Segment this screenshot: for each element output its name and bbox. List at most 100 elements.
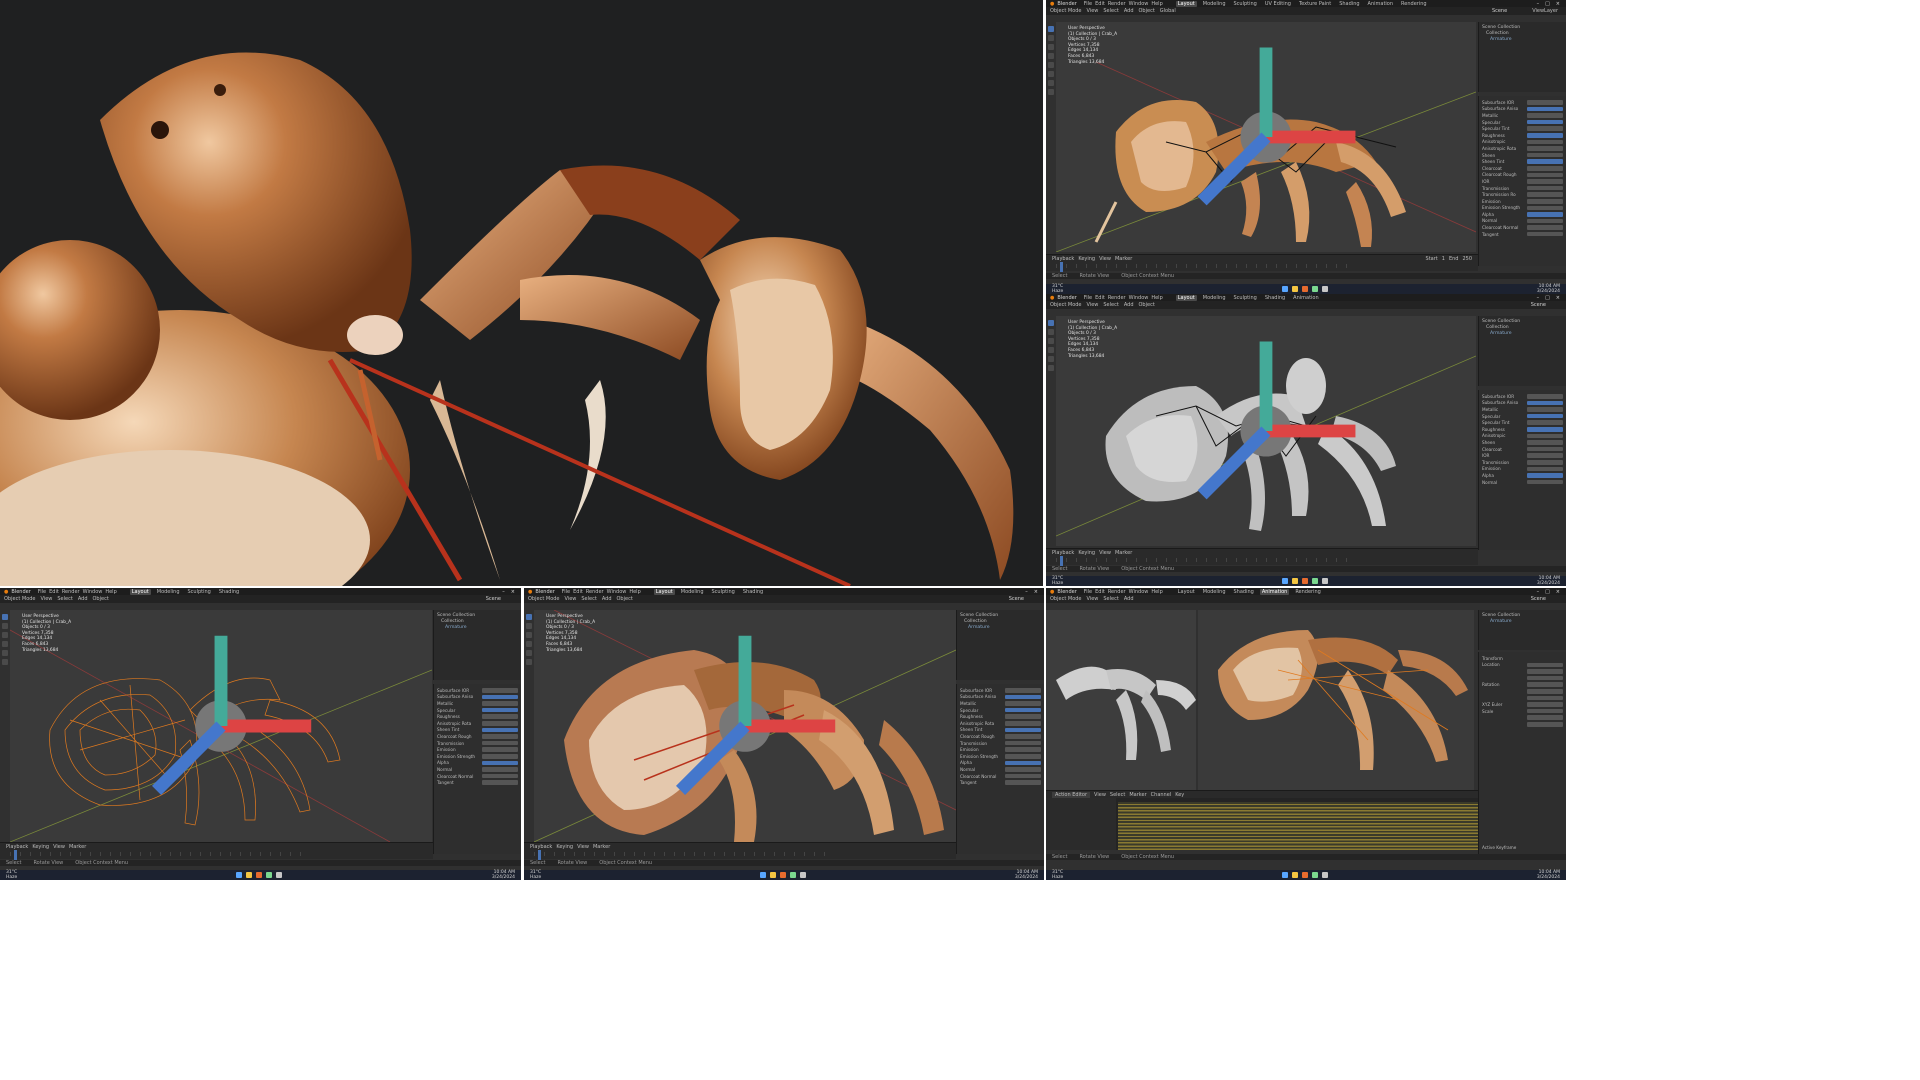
- file-explorer-icon[interactable]: [1291, 872, 1298, 878]
- menu-select[interactable]: Select: [1103, 302, 1118, 308]
- 3d-viewport[interactable]: User Perspective (1) Collection | Crab_A…: [534, 610, 956, 842]
- menu-object[interactable]: Object: [617, 596, 633, 602]
- menu-select[interactable]: Select: [57, 596, 72, 602]
- menu-help[interactable]: Help: [1151, 1, 1162, 7]
- prop-value[interactable]: [1005, 701, 1041, 706]
- 3d-viewport[interactable]: User Perspective (1) Collection | Crab_A…: [1056, 316, 1476, 546]
- timeline-marker[interactable]: Marker: [69, 844, 86, 850]
- menu-help[interactable]: Help: [629, 589, 640, 595]
- prop-value[interactable]: [1527, 119, 1563, 125]
- prop-value[interactable]: [1527, 708, 1563, 714]
- timeline-ruler[interactable]: [1056, 264, 1348, 268]
- rotate-tool-icon[interactable]: [2, 641, 8, 647]
- tab-sculpting[interactable]: Sculpting: [1232, 1, 1259, 7]
- tab-shading[interactable]: Shading: [217, 589, 241, 595]
- prop-value[interactable]: [1527, 132, 1563, 138]
- file-explorer-icon[interactable]: [246, 872, 253, 878]
- timeline-marker[interactable]: Marker: [593, 844, 610, 850]
- scale-tool-icon[interactable]: [2, 650, 8, 656]
- taskbar-weather[interactable]: 31°C Haze: [1046, 284, 1063, 294]
- tab-texture-paint[interactable]: Texture Paint: [1297, 1, 1333, 7]
- menu-select[interactable]: Select: [1103, 596, 1118, 602]
- dope-channel-list[interactable]: [1046, 798, 1116, 850]
- close-icon[interactable]: ×: [1556, 295, 1560, 301]
- prop-value[interactable]: [1527, 466, 1563, 472]
- 3d-viewport[interactable]: [1198, 610, 1474, 790]
- prop-value[interactable]: [482, 701, 518, 706]
- orientation-dropdown[interactable]: Global: [1160, 8, 1176, 14]
- scale-tool-icon[interactable]: [526, 650, 532, 656]
- rotate-tool-icon[interactable]: [1048, 53, 1054, 59]
- menu-help[interactable]: Help: [1151, 589, 1162, 595]
- playhead[interactable]: [538, 850, 541, 860]
- menu-render[interactable]: Render: [586, 589, 604, 595]
- prop-value[interactable]: [1527, 126, 1563, 131]
- prop-value[interactable]: [1005, 714, 1041, 719]
- menu-add[interactable]: Add: [1124, 8, 1134, 14]
- timeline-view[interactable]: View: [1099, 256, 1111, 262]
- maximize-icon[interactable]: □: [1545, 589, 1550, 595]
- move-tool-icon[interactable]: [1048, 44, 1054, 50]
- maximize-icon[interactable]: □: [1545, 1, 1550, 7]
- 3d-viewport[interactable]: User Perspective (1) Collection | Crab_A…: [10, 610, 432, 842]
- prop-value[interactable]: [482, 780, 518, 785]
- timeline-start-value[interactable]: 1: [1442, 256, 1445, 262]
- prop-value[interactable]: [1527, 702, 1563, 707]
- prop-value[interactable]: [482, 707, 518, 713]
- menu-select[interactable]: Select: [1103, 8, 1118, 14]
- tab-layout[interactable]: Layout: [653, 588, 675, 595]
- taskbar-clock[interactable]: 10:04 AM 3/24/2024: [1537, 870, 1566, 880]
- prop-value[interactable]: [482, 734, 518, 739]
- tab-modeling[interactable]: Modeling: [155, 589, 182, 595]
- timeline[interactable]: Playback Keying View Marker: [1046, 548, 1478, 566]
- mode-dropdown[interactable]: Object Mode: [1050, 8, 1082, 14]
- tab-shading[interactable]: Shading: [1337, 1, 1361, 7]
- timeline-ruler[interactable]: [1056, 558, 1348, 562]
- minimize-icon[interactable]: –: [1025, 589, 1028, 595]
- prop-value[interactable]: [1005, 727, 1041, 733]
- settings-icon[interactable]: [799, 872, 806, 878]
- transform-panel-title[interactable]: Transform: [1482, 655, 1563, 662]
- close-icon[interactable]: ×: [1034, 589, 1038, 595]
- cursor-tool-icon[interactable]: [526, 623, 532, 629]
- minimize-icon[interactable]: –: [1537, 295, 1540, 301]
- timeline-keying[interactable]: Keying: [1078, 256, 1095, 262]
- timeline-end-value[interactable]: 250: [1462, 256, 1478, 262]
- annotate-tool-icon[interactable]: [526, 659, 532, 665]
- tab-sculpting[interactable]: Sculpting: [710, 589, 737, 595]
- transform-tool-icon[interactable]: [1048, 71, 1054, 77]
- blender-app-icon[interactable]: [1301, 872, 1308, 878]
- tab-animation[interactable]: Animation: [1291, 295, 1321, 301]
- playhead[interactable]: [14, 850, 17, 860]
- menu-select[interactable]: Select: [581, 596, 596, 602]
- annotate-tool-icon[interactable]: [1048, 365, 1054, 371]
- minimize-icon[interactable]: –: [1537, 589, 1540, 595]
- prop-value[interactable]: [1005, 740, 1041, 746]
- timeline-view[interactable]: View: [1099, 550, 1111, 556]
- prop-value[interactable]: [1005, 773, 1041, 779]
- prop-value[interactable]: [1005, 707, 1041, 713]
- menu-render[interactable]: Render: [1108, 295, 1126, 301]
- tab-sculpting[interactable]: Sculpting: [1232, 295, 1259, 301]
- menu-file[interactable]: File: [38, 589, 46, 595]
- timeline[interactable]: Playback Keying View Marker Start 1 End …: [1046, 254, 1478, 272]
- prop-value[interactable]: [1527, 146, 1563, 151]
- prop-value[interactable]: [1527, 400, 1563, 406]
- prop-value[interactable]: [482, 747, 518, 752]
- menu-edit[interactable]: Edit: [1095, 1, 1105, 7]
- navigation-gizmo-icon[interactable]: [534, 610, 956, 842]
- mode-dropdown[interactable]: Object Mode: [4, 596, 36, 602]
- playhead[interactable]: [1060, 262, 1063, 272]
- dope-channel[interactable]: Channel: [1151, 792, 1172, 798]
- blender-app-icon[interactable]: [1301, 286, 1308, 292]
- prop-value[interactable]: [1527, 669, 1563, 674]
- prop-value[interactable]: [1527, 225, 1563, 230]
- taskbar-clock[interactable]: 10:04 AM 3/24/2024: [1015, 870, 1044, 880]
- rotate-tool-icon[interactable]: [526, 641, 532, 647]
- menu-view[interactable]: View: [41, 596, 53, 602]
- timeline-view[interactable]: View: [53, 844, 65, 850]
- scale-tool-icon[interactable]: [1048, 356, 1054, 362]
- prop-value[interactable]: [1527, 192, 1563, 197]
- close-icon[interactable]: ×: [1556, 589, 1560, 595]
- prop-value[interactable]: [1527, 413, 1563, 419]
